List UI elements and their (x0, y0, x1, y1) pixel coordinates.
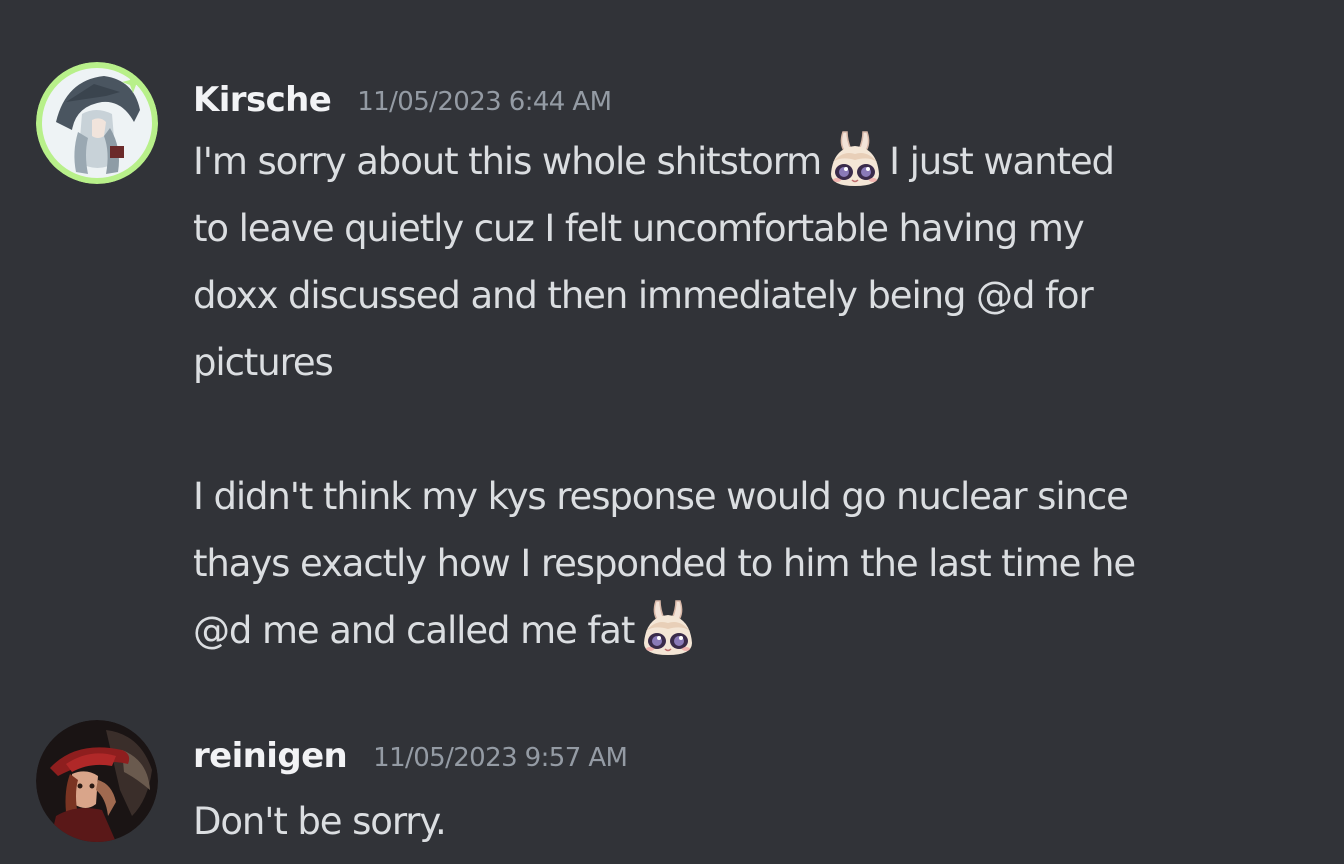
message-line: Don't be sorry. (193, 800, 447, 843)
user-avatar[interactable] (36, 62, 158, 184)
message-line: doxx discussed and then immediately bein… (193, 274, 1094, 317)
message-text: Don't be sorry. (193, 788, 1323, 855)
message-line: @d me and called me fat (193, 597, 1323, 664)
username[interactable]: Kirsche (193, 80, 332, 120)
bunny-girl-crying-emoji-icon[interactable] (638, 597, 698, 657)
user-avatar[interactable] (36, 720, 158, 842)
red-mage-avatar-icon (36, 720, 158, 842)
message-line: I'm sorry about this whole shitstorm I j… (193, 128, 1323, 195)
message-line: I didn't think my kys response would go … (193, 475, 1129, 518)
anime-character-avatar-icon (36, 62, 158, 184)
timestamp: 11/05/2023 6:44 AM (357, 87, 612, 117)
message-text: I'm sorry about this whole shitstorm I j… (193, 128, 1323, 664)
message-header: Kirsche 11/05/2023 6:44 AM (193, 70, 1323, 130)
message-line: thays exactly how I responded to him the… (193, 542, 1136, 585)
timestamp: 11/05/2023 9:57 AM (373, 743, 628, 773)
message-content: Kirsche 11/05/2023 6:44 AM I'm sorry abo… (193, 62, 1323, 664)
message-content: reinigen 11/05/2023 9:57 AM Don't be sor… (193, 720, 1323, 855)
message-line: to leave quietly cuz I felt uncomfortabl… (193, 207, 1085, 250)
bunny-girl-crying-emoji-icon[interactable] (825, 128, 885, 188)
username[interactable]: reinigen (193, 736, 348, 776)
chat-message-list: Kirsche 11/05/2023 6:44 AM I'm sorry abo… (0, 0, 1344, 864)
message-header: reinigen 11/05/2023 9:57 AM (193, 724, 1323, 788)
message-line: pictures (193, 341, 334, 384)
